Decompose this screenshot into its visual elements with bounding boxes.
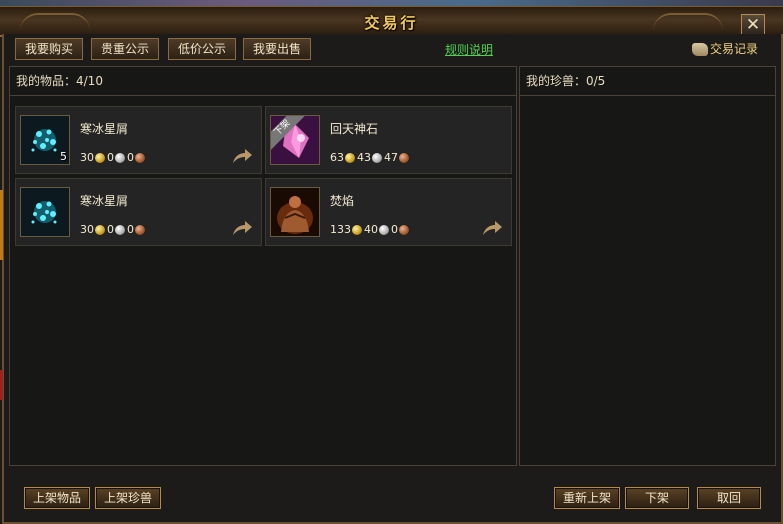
- item-price: 30 0 0: [80, 151, 147, 165]
- price-copper: 0: [127, 151, 134, 164]
- side-accent-red: [0, 370, 3, 400]
- ice-crystal-icon: 5: [20, 115, 70, 165]
- silver-coin-icon: [114, 151, 126, 164]
- retrieve-button[interactable]: 取回: [697, 487, 761, 509]
- scroll-icon: [692, 43, 708, 56]
- item-card[interactable]: 寒冰星屑 30 0 0: [15, 178, 262, 246]
- item-card[interactable]: 下架 回天神石 63 43 47: [265, 106, 512, 174]
- silver-coin-icon: [378, 223, 390, 236]
- share-arrow-icon[interactable]: [481, 219, 503, 237]
- trade-log-button[interactable]: 交易记录: [692, 39, 758, 59]
- item-name: 焚焰: [330, 194, 355, 208]
- pink-gem-icon: 下架: [270, 115, 320, 165]
- my-pets-panel: 我的珍兽：0/5: [519, 66, 776, 466]
- item-name: 寒冰星屑: [80, 122, 129, 136]
- tab-sell[interactable]: 我要出售: [243, 38, 312, 60]
- gold-coin-icon: [344, 151, 356, 164]
- price-silver: 0: [107, 223, 114, 236]
- silver-coin-icon: [114, 223, 126, 236]
- price-copper: 0: [391, 223, 398, 236]
- price-gold: 63: [330, 151, 344, 164]
- trade-log-label: 交易记录: [710, 42, 759, 56]
- price-gold: 30: [80, 151, 94, 164]
- list-pet-button[interactable]: 上架珍兽: [95, 487, 161, 509]
- delist-button[interactable]: 下架: [625, 487, 689, 509]
- item-name: 寒冰星屑: [80, 194, 129, 208]
- my-pets-header: 我的珍兽：0/5: [520, 67, 775, 96]
- list-item-button[interactable]: 上架物品: [24, 487, 90, 509]
- flame-warrior-icon: [270, 187, 320, 237]
- tab-buy[interactable]: 我要购买: [15, 38, 84, 60]
- tab-valuable-notice[interactable]: 贵重公示: [91, 38, 160, 60]
- item-card[interactable]: 5 寒冰星屑 30 0 0: [15, 106, 262, 174]
- copper-coin-icon: [134, 223, 146, 236]
- gold-coin-icon: [351, 223, 363, 236]
- relist-button[interactable]: 重新上架: [554, 487, 620, 509]
- tab-lowprice-notice[interactable]: 低价公示: [168, 38, 237, 60]
- price-silver: 43: [357, 151, 371, 164]
- title-bar: 交易行 ✕: [0, 6, 783, 37]
- silver-coin-icon: [371, 151, 383, 164]
- price-gold: 133: [330, 223, 351, 236]
- item-card[interactable]: 焚焰 133 40 0: [265, 178, 512, 246]
- my-items-header: 我的物品：4/10: [10, 67, 516, 96]
- copper-coin-icon: [134, 151, 146, 164]
- window-title: 交易行: [364, 14, 419, 32]
- copper-coin-icon: [398, 223, 410, 236]
- gold-coin-icon: [94, 223, 106, 236]
- rules-link[interactable]: 规则说明: [445, 41, 493, 58]
- price-gold: 30: [80, 223, 94, 236]
- item-name: 回天神石: [330, 122, 379, 136]
- stack-count: 5: [60, 150, 67, 163]
- side-accent-orange: [0, 190, 3, 260]
- price-copper: 47: [384, 151, 398, 164]
- price-copper: 0: [127, 223, 134, 236]
- copper-coin-icon: [398, 151, 410, 164]
- price-silver: 0: [107, 151, 114, 164]
- item-price: 63 43 47: [330, 151, 411, 165]
- gold-coin-icon: [94, 151, 106, 164]
- price-silver: 40: [364, 223, 378, 236]
- share-arrow-icon[interactable]: [231, 147, 253, 165]
- ice-crystal-icon: [20, 187, 70, 237]
- item-price: 30 0 0: [80, 223, 147, 237]
- share-arrow-icon[interactable]: [231, 219, 253, 237]
- item-price: 133 40 0: [330, 223, 411, 237]
